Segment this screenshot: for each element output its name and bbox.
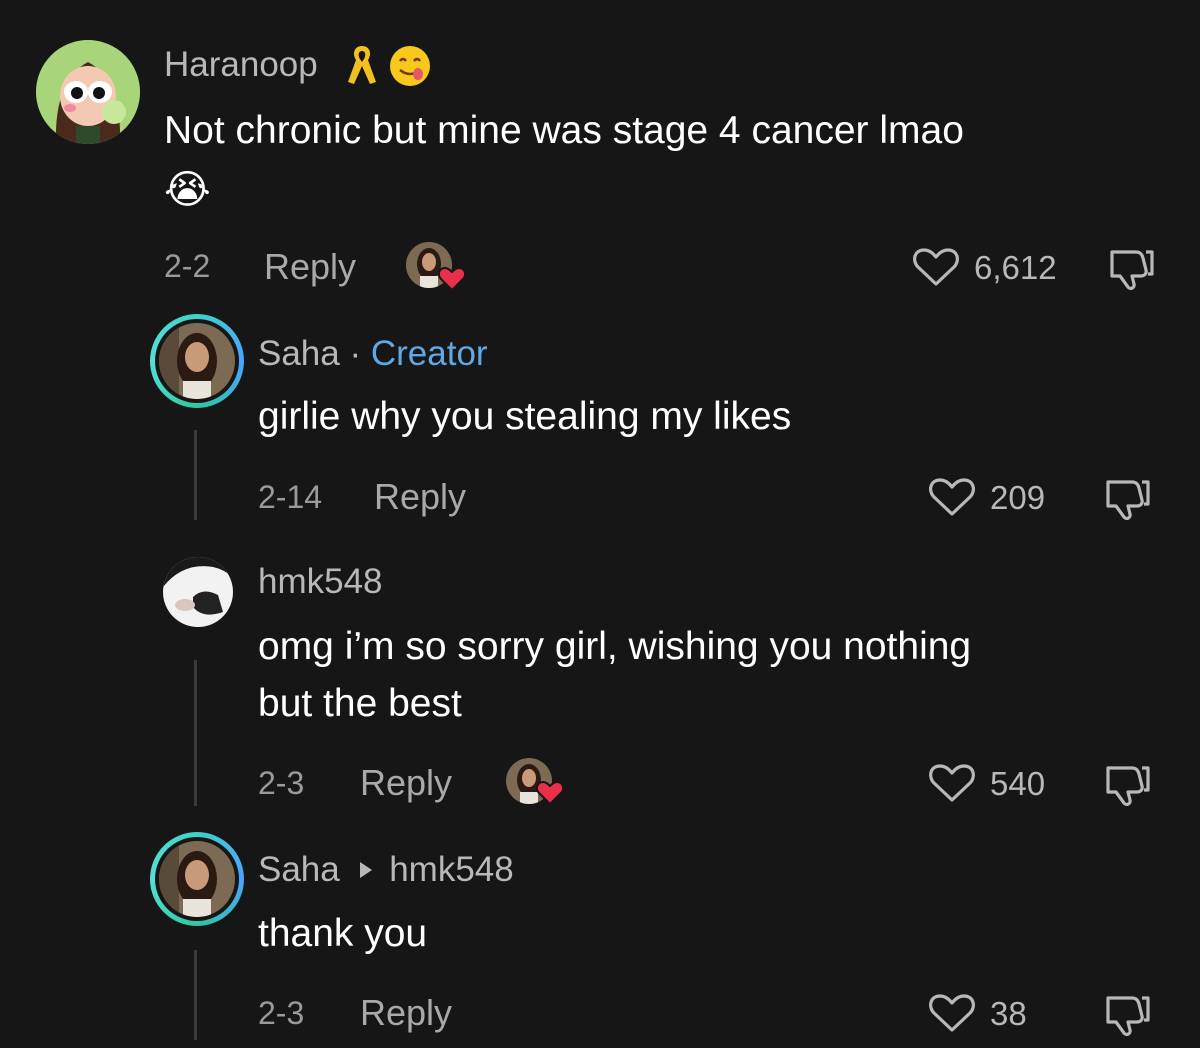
comment-date: 2-14: [258, 479, 323, 515]
comment-author-line: Saha · Creator: [258, 334, 488, 374]
like-count: 540: [990, 765, 1046, 802]
avatar-hmk548[interactable]: [163, 557, 233, 627]
username-hmk548[interactable]: hmk548: [258, 562, 383, 602]
reply-button[interactable]: Reply: [374, 476, 466, 518]
creator-badge: Creator: [370, 334, 488, 373]
reply-button[interactable]: Reply: [264, 246, 356, 288]
like-count: 38: [990, 995, 1027, 1032]
awareness-ribbon-icon: [344, 42, 380, 88]
comment-date: 2-3: [258, 995, 305, 1031]
comment-author-line: Saha hmk548: [258, 850, 514, 890]
avatar-saha: [155, 319, 239, 403]
like-heart-icon[interactable]: [928, 476, 976, 518]
yum-face-emoji-icon: [388, 44, 432, 88]
like-count: 6,612: [974, 249, 1057, 286]
comment-text: thank you: [258, 912, 428, 955]
thread-line: [194, 660, 197, 806]
username-saha[interactable]: Saha: [258, 850, 340, 889]
avatar-photo: [159, 841, 235, 917]
heart-icon: [536, 780, 564, 806]
username-saha[interactable]: Saha: [258, 334, 340, 373]
dislike-icon[interactable]: [1106, 246, 1156, 292]
like-heart-icon[interactable]: [928, 762, 976, 804]
comment-text: Not chronic but mine was stage 4 cancer …: [164, 109, 964, 152]
dislike-icon[interactable]: [1102, 992, 1152, 1038]
reply-button[interactable]: Reply: [360, 992, 452, 1034]
avatar-saha-ring[interactable]: [150, 314, 244, 408]
comment-date: 2-3: [258, 765, 305, 801]
thread-line: [194, 950, 197, 1040]
avatar-haranoop[interactable]: [36, 40, 140, 144]
creator-liked-badge: [406, 242, 466, 292]
like-count: 209: [990, 479, 1046, 516]
thread-line: [194, 430, 197, 520]
reply-arrow-icon: [359, 861, 373, 879]
username-haranoop[interactable]: Haranoop: [164, 45, 318, 85]
dislike-icon[interactable]: [1102, 762, 1152, 808]
comment-text: girlie why you stealing my likes: [258, 395, 792, 438]
username-label[interactable]: Haranoop: [164, 45, 318, 84]
like-heart-icon[interactable]: [912, 246, 960, 288]
avatar-saha: [155, 837, 239, 921]
comment-text-line2: but the best: [258, 682, 462, 725]
reply-button[interactable]: Reply: [360, 762, 452, 804]
crying-face-emoji: 😭: [164, 168, 211, 212]
comment-text-line1: omg i’m so sorry girl, wishing you nothi…: [258, 625, 972, 668]
separator-dot: ·: [349, 334, 362, 373]
avatar-saha-ring[interactable]: [150, 832, 244, 926]
heart-icon: [438, 266, 466, 292]
avatar-photo: [159, 323, 235, 399]
creator-liked-badge: [506, 758, 564, 808]
like-heart-icon[interactable]: [928, 992, 976, 1034]
comment-date: 2-2: [164, 248, 211, 284]
reply-to-username[interactable]: hmk548: [389, 850, 514, 889]
dislike-icon[interactable]: [1102, 476, 1152, 522]
